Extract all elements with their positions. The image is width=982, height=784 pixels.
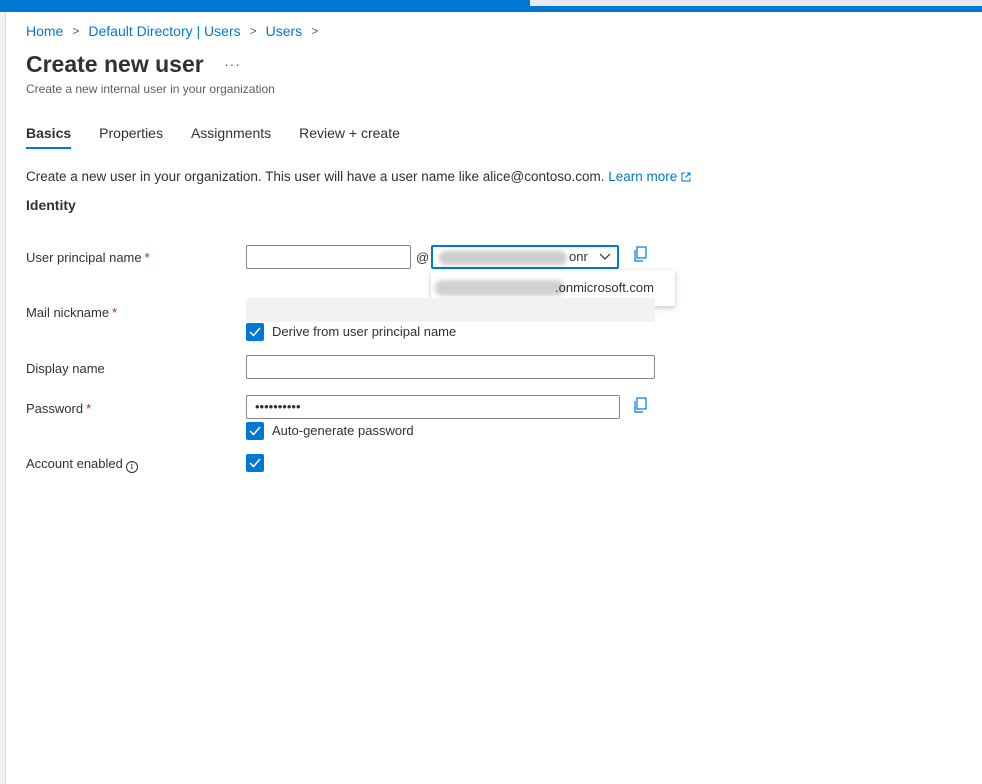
tab-properties[interactable]: Properties: [99, 125, 163, 149]
password-label: Password *: [26, 401, 91, 416]
derive-checkbox[interactable]: [246, 323, 264, 341]
copy-icon[interactable]: [633, 397, 647, 413]
external-link-icon: [681, 172, 691, 182]
mail-nickname-label: Mail nickname *: [26, 305, 117, 320]
account-enabled-label-text: Account enabled: [26, 456, 123, 471]
upn-input[interactable]: [246, 245, 411, 269]
checkmark-icon: [249, 458, 261, 468]
autogen-password-label: Auto-generate password: [272, 423, 414, 438]
checkmark-icon: [249, 327, 261, 337]
tab-bar: Basics Properties Assignments Review + c…: [26, 125, 428, 149]
learn-more-link[interactable]: Learn more: [608, 169, 691, 184]
redacted-domain: [435, 280, 565, 296]
display-name-input[interactable]: [246, 355, 655, 379]
checkmark-icon: [249, 426, 261, 436]
chevron-right-icon: >: [311, 24, 319, 38]
section-identity: Identity: [26, 197, 76, 213]
chevron-right-icon: >: [72, 24, 80, 38]
chevron-right-icon: >: [249, 24, 257, 38]
derive-checkbox-label: Derive from user principal name: [272, 324, 457, 339]
display-name-label: Display name: [26, 361, 105, 376]
learn-more-label: Learn more: [608, 169, 678, 184]
page-subtitle: Create a new internal user in your organ…: [26, 82, 275, 96]
intro-text: Create a new user in your organization. …: [26, 169, 605, 184]
upn-label-text: User principal name: [26, 250, 142, 265]
tab-assignments[interactable]: Assignments: [191, 125, 271, 149]
password-label-text: Password: [26, 401, 84, 416]
tab-basics[interactable]: Basics: [26, 125, 72, 149]
breadcrumb-users[interactable]: Users: [266, 23, 303, 39]
domain-dropdown-value: onr: [569, 249, 588, 264]
upn-label: User principal name *: [26, 250, 150, 265]
mail-nickname-input: [246, 298, 655, 322]
tab-review-create[interactable]: Review + create: [299, 125, 400, 149]
at-sign: @: [416, 250, 430, 265]
domain-option[interactable]: .onmicrosoft.com: [555, 280, 654, 295]
info-icon[interactable]: i: [125, 461, 138, 473]
required-marker: *: [86, 401, 92, 416]
page-title: Create new user: [26, 51, 204, 77]
left-edge: [0, 12, 6, 784]
copy-icon[interactable]: [633, 246, 647, 262]
redacted-domain: [439, 251, 567, 265]
password-input[interactable]: ••••••••••: [246, 395, 620, 419]
required-marker: *: [112, 305, 118, 320]
more-options-icon[interactable]: ···: [224, 56, 241, 72]
top-search-strip[interactable]: [530, 0, 982, 6]
breadcrumb-default-directory[interactable]: Default Directory | Users: [88, 23, 240, 39]
intro-text-block: Create a new user in your organization. …: [26, 169, 691, 184]
required-marker: *: [144, 250, 150, 265]
mail-nickname-label-text: Mail nickname: [26, 305, 110, 320]
domain-dropdown[interactable]: onr: [431, 245, 619, 269]
breadcrumb-home[interactable]: Home: [26, 23, 63, 39]
chevron-down-icon: [599, 253, 611, 260]
account-enabled-checkbox[interactable]: [246, 454, 264, 472]
autogen-password-checkbox[interactable]: [246, 422, 264, 440]
account-enabled-label: Account enabled i: [26, 456, 138, 473]
breadcrumb: Home > Default Directory | Users > Users…: [26, 23, 327, 39]
